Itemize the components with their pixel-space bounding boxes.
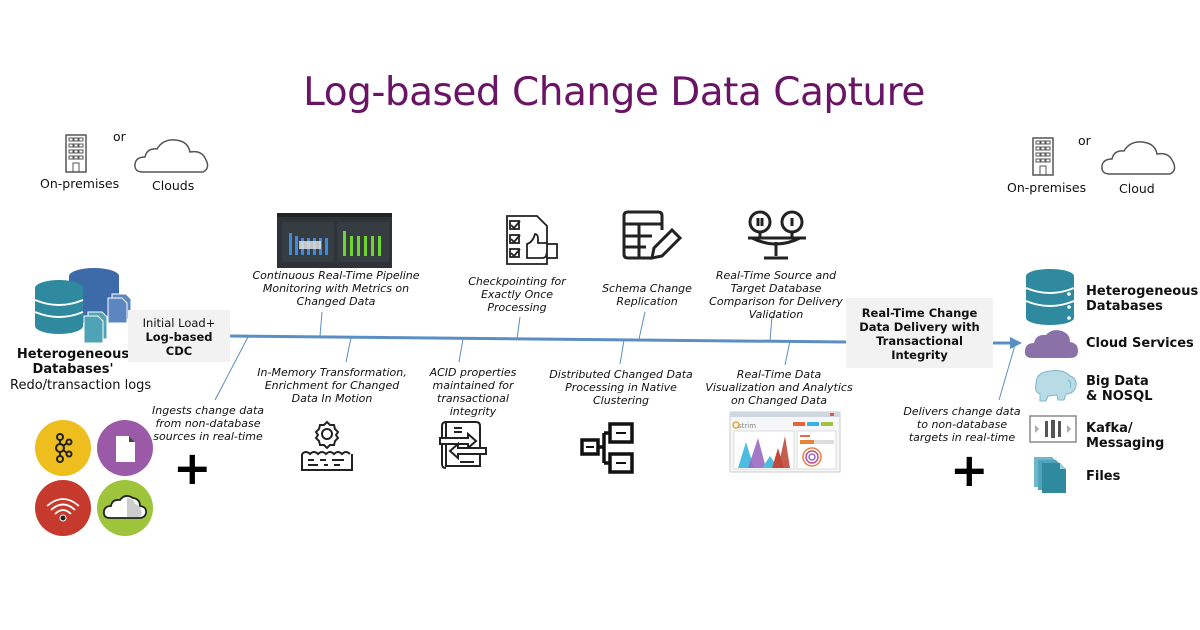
target-kafka-line2: Messaging [1086, 436, 1165, 451]
target-databases-line1: Heterogeneous [1086, 284, 1199, 299]
gear-water-icon [301, 420, 353, 471]
feature-monitoring-caption: Continuous Real-Time Pipeline Monitoring… [252, 269, 420, 308]
target-item-files: Files [1086, 469, 1120, 484]
target-item-cloud-services: Cloud Services [1086, 336, 1194, 351]
pipeline-diagram-lines [214, 311, 1022, 401]
target-item-kafka: Kafka/ Messaging [1086, 421, 1164, 451]
non-db-target-caption: Delivers change data to non-database tar… [903, 405, 1021, 444]
monitoring-dashboard-image [277, 213, 392, 268]
delivery-box: Real-Time Change Data Delivery with Tran… [846, 298, 993, 368]
checklist-thumbs-up-icon [506, 215, 558, 265]
hadoop-elephant-icon [1035, 370, 1077, 402]
target-databases-line2: Databases [1086, 299, 1163, 314]
delivery-line3: Transactional [876, 334, 963, 348]
analytics-dashboard-image: strim [729, 411, 841, 473]
target-kafka-line1: Kafka/ [1086, 421, 1133, 436]
cloud-outline-icon-target [1101, 141, 1176, 175]
feature-checkpoint-caption: Checkpointing for Exactly Once Processin… [468, 275, 566, 314]
feature-acid-caption: ACID properties maintained for transacti… [429, 366, 517, 418]
target-cloud-services-label: Cloud Services [1086, 336, 1194, 351]
cloud-label-target: Cloud [1119, 181, 1155, 196]
or-label-target: or [1078, 133, 1091, 148]
cluster-hierarchy-icon [580, 422, 634, 474]
kafka-messaging-icon [1029, 415, 1077, 443]
target-item-big-data: Big Data & NOSQL [1086, 374, 1153, 404]
target-item-databases: Heterogeneous Databases [1086, 284, 1198, 314]
plus-icon: + [173, 441, 212, 495]
kafka-icon [35, 420, 91, 476]
target-files-label: Files [1086, 469, 1121, 484]
table-edit-icon [622, 210, 683, 260]
feature-transformation-caption: In-Memory Transformation, Enrichment for… [257, 366, 407, 405]
arrow-head-icon [1010, 337, 1022, 349]
delivery-line4: Integrity [891, 348, 948, 362]
svg-text:strim: strim [738, 422, 756, 430]
database-icon [1025, 269, 1075, 325]
delivery-line1: Real-Time Change [861, 306, 978, 320]
delivery-line2: Data Delivery with [859, 320, 980, 334]
target-big-data-line2: & NOSQL [1086, 389, 1153, 404]
cloud-icon [97, 480, 153, 536]
feature-comparison-caption: Real-Time Source and Target Database Com… [709, 269, 843, 321]
target-big-data-line1: Big Data [1086, 374, 1149, 389]
wifi-sensor-icon [35, 480, 91, 536]
cloud-services-icon [1024, 330, 1078, 358]
scale-compare-icon [748, 210, 806, 260]
feature-schema-caption: Schema Change Replication [602, 282, 692, 308]
feature-visualization-caption: Real-Time Data Visualization and Analyti… [705, 368, 853, 407]
files-icon [1034, 457, 1066, 493]
non-db-source-caption: Ingests change data from non-database so… [152, 404, 264, 443]
document-exchange-icon [439, 421, 487, 469]
on-premises-label-target: On-premises [1007, 180, 1087, 195]
pipeline-line [229, 334, 847, 344]
building-icon-target [1032, 137, 1054, 176]
feature-distributed-caption: Distributed Changed Data Processing in N… [549, 368, 693, 407]
plus-icon-target: + [950, 443, 989, 497]
